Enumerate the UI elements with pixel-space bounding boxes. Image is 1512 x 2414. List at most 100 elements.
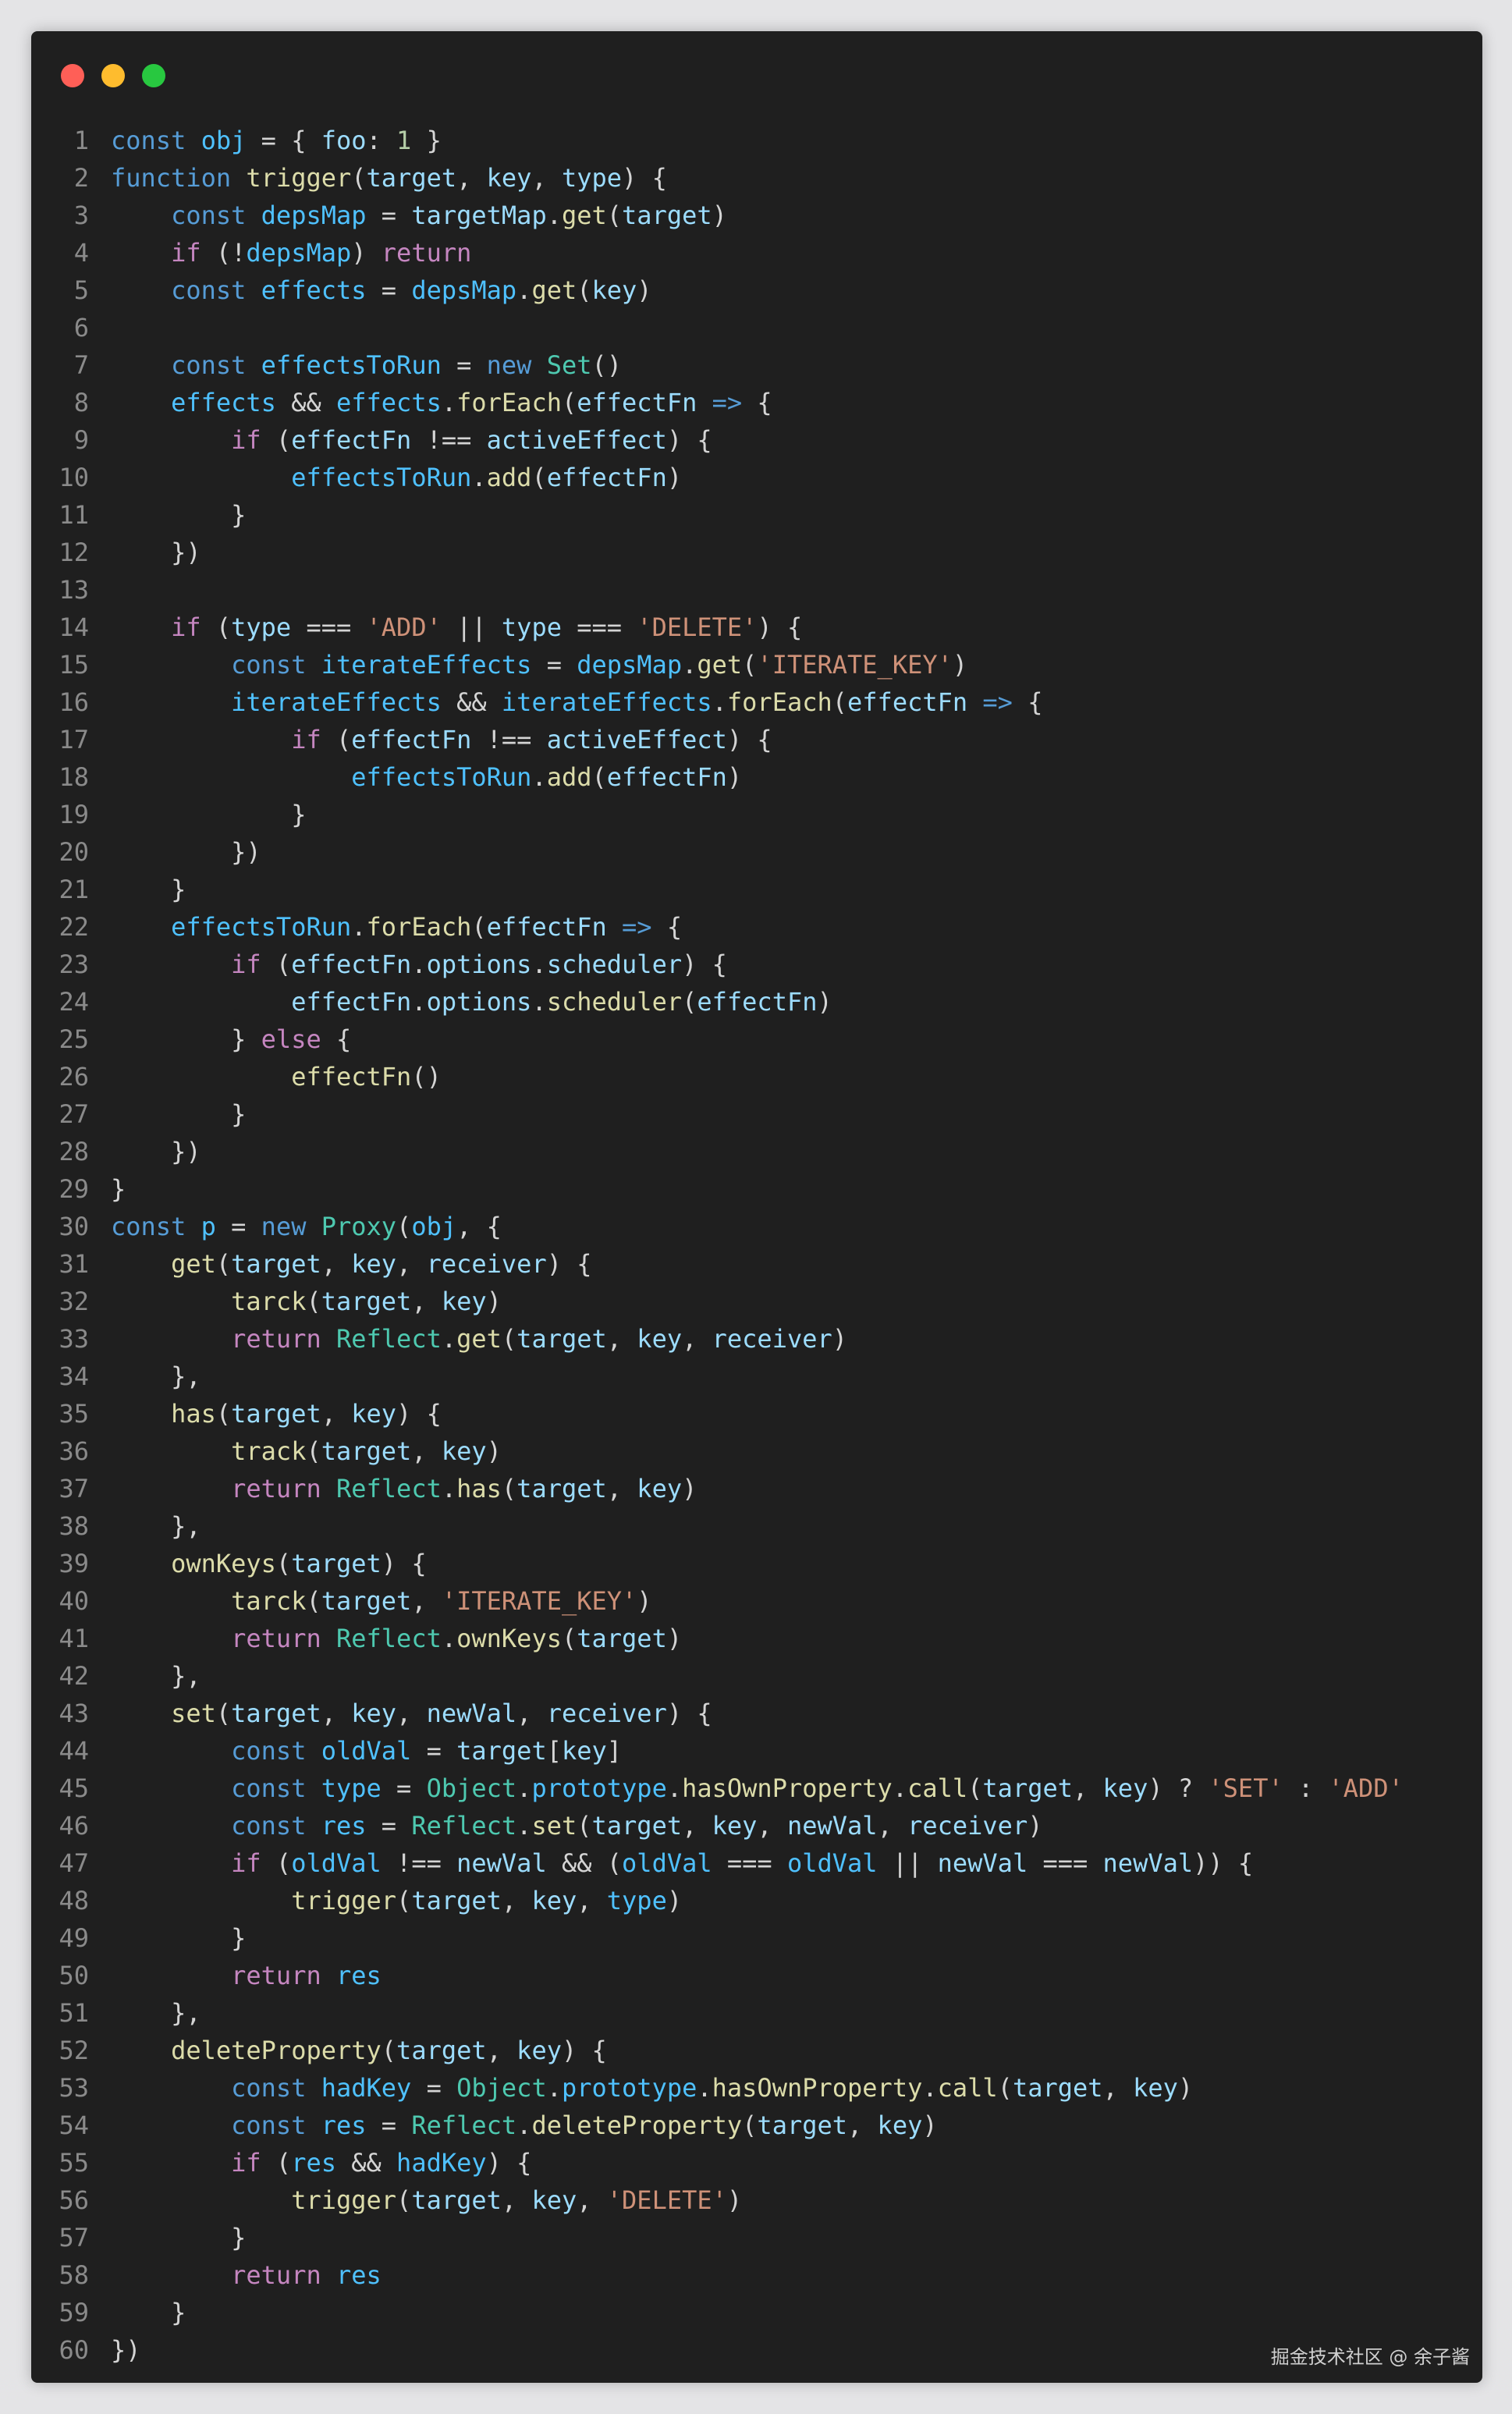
line-text: function trigger(target, key, type) {: [111, 159, 667, 197]
code-token: .: [516, 275, 532, 305]
code-token: target: [622, 201, 712, 230]
code-token: type: [501, 612, 562, 642]
minimize-button[interactable]: [101, 64, 125, 87]
code-line: 17 if (effectFn !== activeEffect) {: [31, 721, 1482, 758]
line-number: 22: [59, 912, 89, 942]
code-token: oldVal: [291, 1848, 382, 1878]
line-text: const res = Reflect.deleteProperty(targe…: [111, 2107, 937, 2144]
code-token: newVal: [1102, 1848, 1194, 1878]
code-line: 18 effectsToRun.add(effectFn): [31, 758, 1482, 796]
code-token: :: [366, 126, 397, 155]
code-token: newVal: [456, 1848, 547, 1878]
code-token: !==: [411, 425, 487, 455]
code-token: Reflect: [335, 1324, 442, 1354]
line-number: 59: [59, 2298, 89, 2327]
code-token: target: [577, 1624, 667, 1653]
line-number: 53: [59, 2073, 89, 2103]
code-token: (: [396, 1886, 412, 1915]
code-token: key: [561, 1736, 607, 1766]
code-token: .: [441, 1474, 457, 1503]
code-token: =: [531, 650, 577, 680]
code-token: depsMap: [246, 238, 352, 268]
code-token: has: [171, 1399, 216, 1429]
code-token: effects: [261, 275, 367, 305]
code-token: ,: [1102, 2073, 1134, 2103]
code-token: (: [577, 1811, 592, 1841]
code-token: (: [501, 1474, 517, 1503]
line-number: 25: [59, 1024, 89, 1054]
code-token: .: [546, 201, 562, 230]
code-token: const: [231, 1811, 321, 1841]
line-number: 17: [59, 725, 89, 754]
code-line: 27 }: [31, 1095, 1482, 1133]
code-line: 5 const effects = depsMap.get(key): [31, 272, 1482, 309]
line-number: 4: [73, 238, 89, 268]
code-token: }: [111, 1099, 247, 1129]
code-token: key: [712, 1811, 758, 1841]
code-token: .: [682, 650, 697, 680]
code-token: const: [231, 1736, 321, 1766]
code-token: Reflect: [335, 1624, 442, 1653]
line-number: 52: [59, 2036, 89, 2065]
code-token: return: [231, 2260, 336, 2290]
code-token: ||: [877, 1848, 938, 1878]
code-token: ,: [1073, 1773, 1103, 1803]
code-token: ,: [606, 1474, 637, 1503]
line-text: }: [111, 871, 186, 908]
code-token: 'ITERATE_KEY': [757, 650, 953, 680]
code-token: (: [591, 762, 607, 792]
line-number: 43: [59, 1699, 89, 1728]
code-token: oldVal: [786, 1848, 878, 1878]
code-token: call: [937, 2073, 998, 2103]
code-token: =>: [967, 687, 1013, 717]
code-line: 7 const effectsToRun = new Set(): [31, 346, 1482, 384]
code-line: 60}): [31, 2331, 1482, 2369]
line-text: const effects = depsMap.get(key): [111, 272, 652, 309]
code-token: }): [111, 837, 261, 867]
code-token: hasOwnProperty: [682, 1773, 893, 1803]
code-token: oldVal: [321, 1736, 412, 1766]
code-token: set: [531, 1811, 577, 1841]
line-number: 56: [59, 2185, 89, 2215]
close-button[interactable]: [61, 64, 84, 87]
code-token: ,: [516, 1699, 547, 1728]
code-token: ) {: [622, 163, 667, 193]
code-token: key: [351, 1699, 397, 1728]
code-line: 30 const p = new Proxy(obj, {: [31, 1208, 1482, 1245]
code-token: const: [111, 126, 201, 155]
line-number: 5: [73, 275, 89, 305]
line-number: 34: [59, 1361, 89, 1391]
code-line: 14 if (type === 'ADD' || type === 'DELET…: [31, 609, 1482, 646]
code-line: 2 function trigger(target, key, type) {: [31, 159, 1482, 197]
code-token: ): [486, 1436, 502, 1466]
code-token: key: [351, 1249, 397, 1279]
code-token: target: [231, 1399, 321, 1429]
line-text: const type = Object.prototype.hasOwnProp…: [111, 1770, 1404, 1807]
maximize-button[interactable]: [142, 64, 165, 87]
code-token: (: [606, 201, 623, 230]
code-token: options: [426, 987, 532, 1017]
code-token: (: [396, 2185, 412, 2215]
code-token: ||: [441, 612, 502, 642]
code-line: 46 const res = Reflect.set(target, key, …: [31, 1807, 1482, 1844]
code-token: },: [111, 1361, 201, 1391]
code-token: target: [516, 1474, 607, 1503]
line-text: }): [111, 1133, 201, 1170]
code-line: 13: [31, 571, 1482, 609]
code-line: 15 const iterateEffects = depsMap.get('I…: [31, 646, 1482, 683]
line-number: 16: [59, 687, 89, 717]
code-token: const: [171, 350, 261, 380]
code-line: 31 get(target, key, receiver) {: [31, 1245, 1482, 1283]
code-token: target: [291, 1549, 382, 1578]
code-token: get: [561, 201, 607, 230]
window-controls: [61, 64, 165, 87]
code-token: (: [321, 725, 352, 754]
